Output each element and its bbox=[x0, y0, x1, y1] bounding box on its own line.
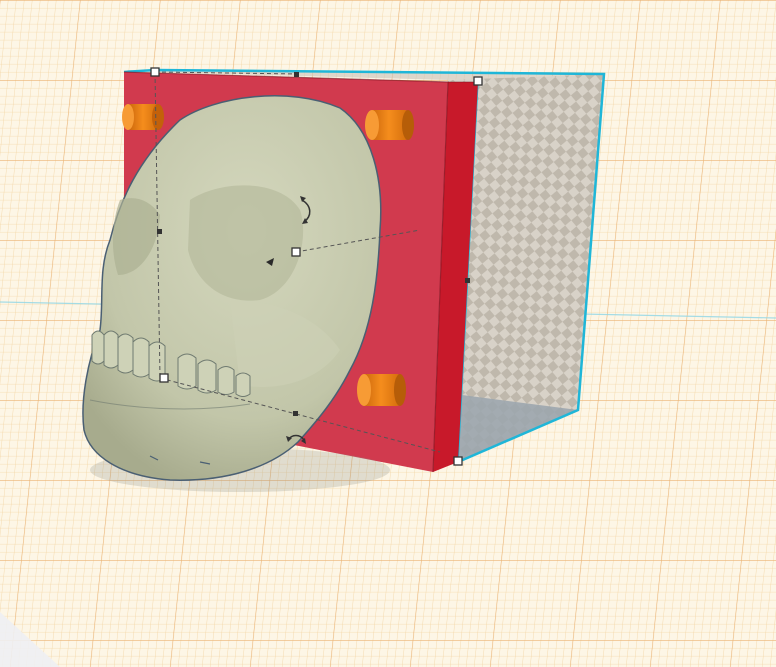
handle-top-right[interactable] bbox=[473, 76, 483, 86]
handle-bottom-left[interactable] bbox=[159, 373, 169, 383]
handle-bottom-right[interactable] bbox=[453, 456, 463, 466]
handle-top-left[interactable] bbox=[150, 67, 160, 77]
peg-bottom-right[interactable] bbox=[357, 374, 406, 406]
peg-top-right[interactable] bbox=[365, 110, 414, 140]
peg-top-left[interactable] bbox=[122, 104, 164, 130]
workplane-viewport[interactable] bbox=[0, 0, 776, 667]
handle-center[interactable] bbox=[291, 247, 301, 257]
